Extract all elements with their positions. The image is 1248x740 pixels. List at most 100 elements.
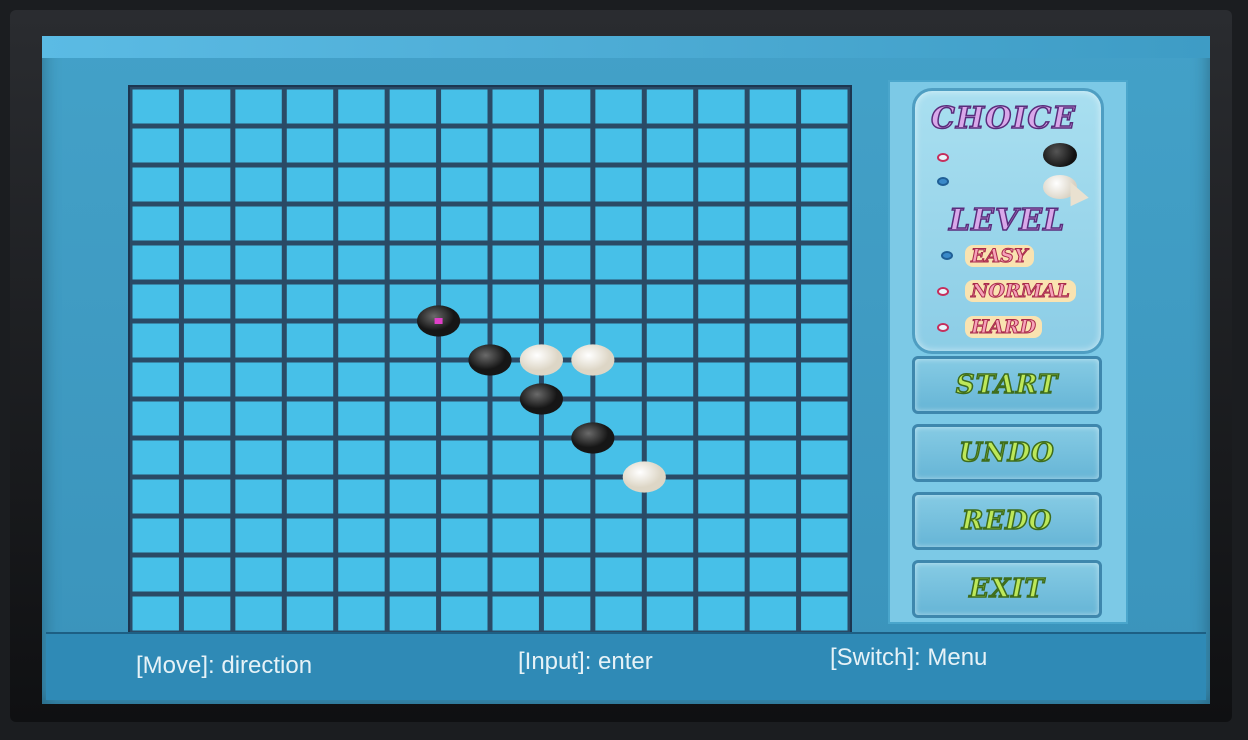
board-cell[interactable] (183, 362, 231, 397)
board-cell[interactable] (389, 479, 437, 514)
board-cell[interactable] (595, 206, 642, 241)
board-cell[interactable] (492, 89, 539, 124)
board-cell[interactable] (338, 284, 385, 319)
board-cell[interactable] (183, 479, 231, 514)
board-cell[interactable] (749, 518, 797, 553)
board-cell[interactable] (646, 245, 694, 280)
board-cell[interactable] (132, 518, 179, 553)
board-cell[interactable] (183, 557, 231, 592)
board-cell[interactable] (338, 479, 385, 514)
board-cell[interactable] (595, 167, 642, 202)
board-cell[interactable] (286, 128, 334, 163)
board-cell[interactable] (441, 596, 488, 631)
board-cell[interactable] (132, 557, 179, 592)
start-button[interactable]: START (912, 356, 1102, 414)
board-cell[interactable] (286, 401, 334, 436)
board-cell[interactable] (698, 89, 745, 124)
board-cell[interactable] (235, 167, 282, 202)
board-cell[interactable] (235, 362, 282, 397)
level-normal-label[interactable]: NORMAL (965, 280, 1076, 303)
board-cell[interactable] (132, 362, 179, 397)
board-cell[interactable] (183, 89, 231, 124)
board-cell[interactable] (286, 596, 334, 631)
board-cell[interactable] (543, 128, 591, 163)
board-cell[interactable] (801, 401, 848, 436)
board-cell[interactable] (235, 245, 282, 280)
board-cell[interactable] (338, 518, 385, 553)
board-cell[interactable] (441, 557, 488, 592)
board-cell[interactable] (698, 479, 745, 514)
board-cell[interactable] (441, 206, 488, 241)
board-cell[interactable] (543, 596, 591, 631)
board-cell[interactable] (595, 518, 642, 553)
board-cell[interactable] (286, 245, 334, 280)
board-cell[interactable] (543, 284, 591, 319)
board-grid[interactable] (130, 87, 850, 633)
board-cell[interactable] (749, 596, 797, 631)
board-cell[interactable] (132, 89, 179, 124)
board-cell[interactable] (389, 167, 437, 202)
board-cell[interactable] (801, 245, 848, 280)
board-cell[interactable] (132, 206, 179, 241)
board-cell[interactable] (338, 401, 385, 436)
board-cell[interactable] (543, 167, 591, 202)
board-cell[interactable] (698, 167, 745, 202)
board-cell[interactable] (132, 596, 179, 631)
board-cell[interactable] (132, 401, 179, 436)
board-cell[interactable] (132, 167, 179, 202)
board-cell[interactable] (492, 596, 539, 631)
board-cell[interactable] (132, 323, 179, 358)
board-cell[interactable] (801, 323, 848, 358)
board-cell[interactable] (801, 518, 848, 553)
board-cell[interactable] (698, 323, 745, 358)
board-cell[interactable] (543, 245, 591, 280)
board-cell[interactable] (183, 596, 231, 631)
board-cell[interactable] (801, 440, 848, 475)
board-cell[interactable] (441, 128, 488, 163)
board-cell[interactable] (235, 128, 282, 163)
board-cell[interactable] (183, 518, 231, 553)
board-cell[interactable] (749, 284, 797, 319)
board-cell[interactable] (698, 245, 745, 280)
board-cell[interactable] (749, 128, 797, 163)
board-cell[interactable] (183, 284, 231, 319)
board-cell[interactable] (492, 128, 539, 163)
board-cell[interactable] (235, 440, 282, 475)
board-cell[interactable] (492, 479, 539, 514)
board-cell[interactable] (389, 362, 437, 397)
board-cell[interactable] (338, 323, 385, 358)
board-cell[interactable] (749, 479, 797, 514)
redo-button[interactable]: REDO (912, 492, 1102, 550)
board-cell[interactable] (338, 245, 385, 280)
board-cell[interactable] (286, 323, 334, 358)
board-cell[interactable] (338, 206, 385, 241)
board-cell[interactable] (235, 596, 282, 631)
board-cell[interactable] (286, 440, 334, 475)
exit-button[interactable]: EXIT (912, 560, 1102, 618)
board-cell[interactable] (749, 362, 797, 397)
board-cell[interactable] (646, 323, 694, 358)
board-cell[interactable] (646, 401, 694, 436)
board-cell[interactable] (286, 167, 334, 202)
board-cell[interactable] (749, 167, 797, 202)
board-cell[interactable] (749, 206, 797, 241)
board-cell[interactable] (183, 128, 231, 163)
board-cell[interactable] (749, 323, 797, 358)
board-cell[interactable] (389, 128, 437, 163)
board-cell[interactable] (543, 557, 591, 592)
board-cell[interactable] (441, 479, 488, 514)
choice-black-radio[interactable] (937, 153, 949, 162)
board-cell[interactable] (698, 362, 745, 397)
board-cell[interactable] (595, 245, 642, 280)
board-cell[interactable] (492, 284, 539, 319)
board-cell[interactable] (698, 128, 745, 163)
board-cell[interactable] (132, 128, 179, 163)
board-cell[interactable] (441, 518, 488, 553)
board-cell[interactable] (492, 557, 539, 592)
board-cell[interactable] (235, 401, 282, 436)
board-cell[interactable] (492, 440, 539, 475)
board-cell[interactable] (749, 401, 797, 436)
board-cell[interactable] (286, 89, 334, 124)
board-cell[interactable] (286, 362, 334, 397)
board-cell[interactable] (338, 128, 385, 163)
